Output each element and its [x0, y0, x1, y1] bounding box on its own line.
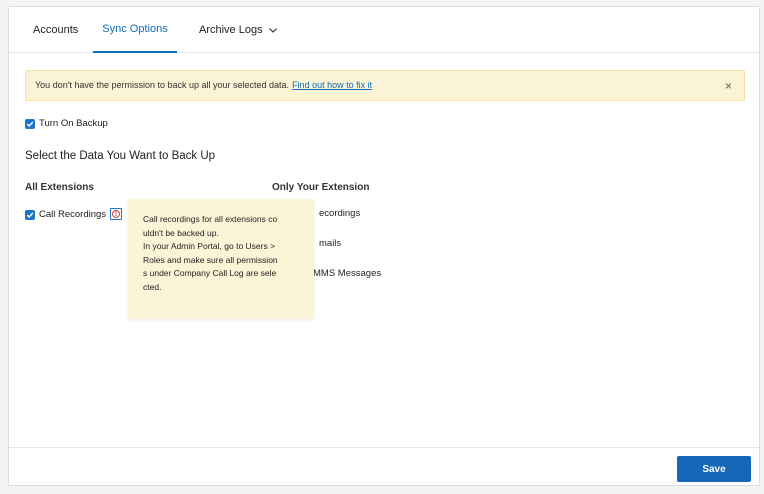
tooltip-line: s under Company Call Log are sele [143, 268, 277, 278]
tooltip-line: In your Admin Portal, go to Users > [143, 241, 276, 251]
permission-tooltip: Call recordings for all extensions co ul… [128, 199, 314, 319]
only-your-extension-header: Only Your Extension [272, 182, 370, 193]
all-extensions-header: All Extensions [25, 182, 94, 193]
checkmark-icon [26, 212, 34, 218]
tooltip-line: Call recordings for all extensions co [143, 214, 278, 224]
permission-warning-banner: You don't have the permission to back up… [25, 70, 745, 101]
tooltip-line: uldn't be backed up. [143, 227, 219, 238]
tab-accounts-label: Accounts [33, 24, 79, 36]
backup-checkbox[interactable] [25, 119, 35, 129]
tab-accounts[interactable]: Accounts [33, 7, 78, 53]
own-call-recordings-label: ecordings [319, 208, 361, 219]
sync-options-panel: Accounts Sync Options Archive Logs You d… [8, 6, 760, 486]
own-sms-mms-label: MMS Messages [313, 268, 382, 279]
checkmark-icon [26, 121, 34, 127]
tab-sync-options[interactable]: Sync Options [93, 7, 177, 53]
warning-circle-icon[interactable]: ! [110, 208, 122, 220]
own-emails-label: mails [319, 238, 342, 249]
close-icon[interactable]: × [725, 79, 732, 93]
call-recordings-checkbox[interactable] [25, 210, 35, 220]
tab-archive-logs[interactable]: Archive Logs [199, 7, 277, 53]
tab-archive-logs-label: Archive Logs [199, 24, 263, 36]
banner-text: You don't have the permission to back up… [35, 80, 290, 90]
tooltip-line: cted. [143, 281, 162, 292]
backup-label: Turn On Backup [39, 118, 108, 129]
banner-message: You don't have the permission to back up… [35, 80, 372, 90]
fix-it-link[interactable]: Find out how to fix it [292, 80, 372, 90]
footer-bar: Save [9, 447, 759, 487]
tooltip-line: Roles and make sure all permission [143, 254, 278, 265]
save-button[interactable]: Save [677, 456, 751, 482]
tab-sync-options-label: Sync Options [102, 23, 168, 35]
call-recordings-label: Call Recordings [39, 209, 107, 220]
tab-bar: Accounts Sync Options Archive Logs [9, 7, 759, 53]
chevron-down-icon [268, 7, 277, 53]
section-title: Select the Data You Want to Back Up [25, 150, 216, 162]
